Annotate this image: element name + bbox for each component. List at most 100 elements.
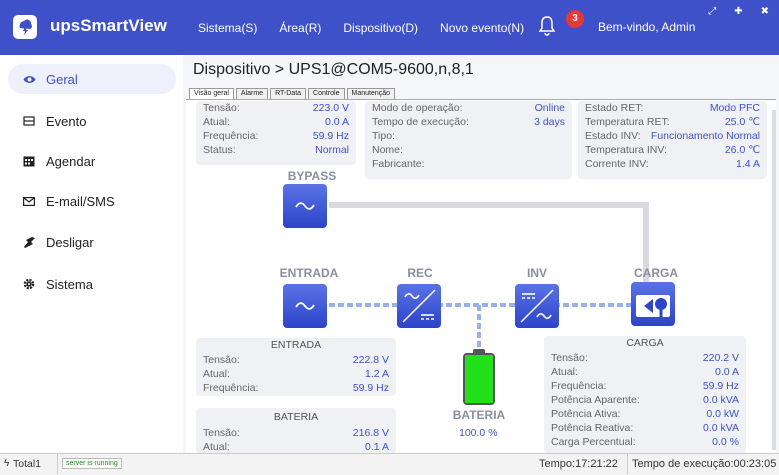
status-divider xyxy=(627,454,628,474)
sidebar-item-label: Agendar xyxy=(46,153,96,169)
sidebar-item-sistema[interactable]: Sistema xyxy=(8,269,176,299)
info-row: Atual: 1.2 A xyxy=(196,368,396,381)
event-icon xyxy=(22,116,36,126)
tab-visao-geral[interactable]: Visão geral xyxy=(189,88,234,99)
info-row: Tensão: 222.8 V xyxy=(196,354,396,367)
info-key: Tensão: xyxy=(551,352,588,364)
info-row: Frequência: 59.9 Hz xyxy=(196,382,396,395)
tab-rt-data[interactable]: RT-Data xyxy=(270,88,307,99)
card-title: CARGA xyxy=(626,337,664,349)
sidebar-item-email-sms[interactable]: E-mail/SMS xyxy=(8,186,176,216)
info-key: Potência Aparente: xyxy=(551,394,640,406)
main-menu: Sistema(S) Área(R) Dispositivo(D) Novo e… xyxy=(198,0,546,55)
info-key: Atual: xyxy=(203,441,230,453)
info-value: 220.2 V xyxy=(702,352,739,364)
vertical-scrollbar[interactable] xyxy=(772,110,776,450)
rectifier-icon[interactable] xyxy=(397,284,441,328)
bypass-icon[interactable] xyxy=(283,184,327,228)
add-icon[interactable]: ✚ xyxy=(734,6,742,17)
sidebar-item-evento[interactable]: Evento xyxy=(8,106,176,136)
sidebar-item-label: E-mail/SMS xyxy=(46,193,115,209)
ac-input-icon[interactable] xyxy=(283,284,327,328)
info-key: Tensão: xyxy=(203,354,240,366)
info-row: Tensão: 216.8 V xyxy=(196,427,396,440)
info-row: Atual: 0.0 A xyxy=(544,366,746,379)
info-value: 1.2 A xyxy=(365,368,389,380)
info-key: Potência Reativa: xyxy=(551,422,634,434)
tab-alarme[interactable]: Alarme xyxy=(235,88,269,99)
app-title: upsSmartView xyxy=(50,16,167,35)
info-row: Frequência: 59.9 Hz xyxy=(544,380,746,393)
info-value: 0.0 % xyxy=(712,436,739,448)
sidebar-item-label: Evento xyxy=(46,113,87,129)
sidebar-item-label: Sistema xyxy=(46,276,93,292)
menu-dispositivo[interactable]: Dispositivo(D) xyxy=(343,21,418,35)
battery-fill xyxy=(465,355,493,403)
info-value: 0.1 A xyxy=(365,441,389,453)
close-icon[interactable]: ✖ xyxy=(761,6,769,17)
tab-manutencao[interactable]: Manutenção xyxy=(346,88,396,99)
info-row: Carga Percentual: 0.0 % xyxy=(544,436,746,449)
menu-novo-evento[interactable]: Novo evento(N) xyxy=(440,21,524,35)
menu-sistema[interactable]: Sistema(S) xyxy=(198,21,257,35)
sidebar-item-desligar[interactable]: Desligar xyxy=(8,227,176,257)
info-key: Tensão: xyxy=(203,427,240,439)
calendar-icon xyxy=(22,155,36,167)
info-value: 0.0 kVA xyxy=(703,422,739,434)
battery-percentage: 100.0 % xyxy=(459,427,498,439)
notification-badge: 3 xyxy=(566,10,584,28)
sidebar-item-agendar[interactable]: Agendar xyxy=(8,146,176,176)
welcome-text: Bem-vindo, Admin xyxy=(598,20,696,34)
inv-label: INV xyxy=(526,266,547,280)
info-value: 59.9 Hz xyxy=(702,380,739,392)
info-value: 0.0 A xyxy=(715,366,739,378)
info-key: Frequência: xyxy=(551,380,607,392)
overview-panel: Tensão: 223.0 V Atual: 0.0 A Frequência: 59… xyxy=(186,99,776,454)
carga-info-card: CARGA Tensão: 220.2 V Atual: 0.0 A Frequên… xyxy=(544,336,746,454)
load-icon[interactable] xyxy=(631,282,675,326)
info-row: Potência Reativa: 0.0 kVA xyxy=(544,422,746,435)
main-content: Dispositivo > UPS1@COM5-9600,n,8,1 Visão… xyxy=(183,55,779,454)
breadcrumb: Dispositivo > UPS1@COM5-9600,n,8,1 xyxy=(193,61,474,78)
info-key: Frequência: xyxy=(203,382,259,394)
eye-icon xyxy=(22,75,36,84)
entrada-info-card: ENTRADA Tensão: 222.8 V Atual: 1.2 A Frequ… xyxy=(196,338,396,396)
entrada-label: ENTRADA xyxy=(279,266,339,280)
info-key: Atual: xyxy=(203,368,230,380)
info-value: 216.8 V xyxy=(352,427,389,439)
device-total: Total1 xyxy=(13,458,42,470)
lightning-icon: ϟ xyxy=(4,458,10,469)
sidebar-item-geral[interactable]: Geral xyxy=(8,64,176,94)
rec-label: REC xyxy=(407,266,433,280)
info-row: Tensão: 220.2 V xyxy=(544,352,746,365)
info-value: 0.0 kVA xyxy=(703,394,739,406)
sidebar: Geral Evento Agendar E-mail/SMS Desligar… xyxy=(0,55,183,453)
bateria-label: BATERIA xyxy=(452,408,506,422)
battery-icon[interactable] xyxy=(463,353,495,405)
app-logo-icon xyxy=(13,15,37,39)
bypass-label: BYPASS xyxy=(287,169,337,183)
info-key: Potência Ativa: xyxy=(551,408,621,420)
info-row: Potência Aparente: 0.0 kVA xyxy=(544,394,746,407)
runtime-text: Tempo de execução:00:23:05 xyxy=(632,458,777,470)
battery-terminal xyxy=(473,349,485,354)
carga-label: CARGA xyxy=(634,266,678,280)
bateria-info-card: BATERIA Tensão: 216.8 V Atual: 0.1 A xyxy=(196,408,396,454)
card-title: ENTRADA xyxy=(270,339,322,351)
top-bar: upsSmartView Sistema(S) Área(R) Disposit… xyxy=(0,0,779,55)
server-status: server is running xyxy=(62,458,122,469)
gear-icon xyxy=(22,278,36,290)
sidebar-item-label: Geral xyxy=(46,71,78,87)
tab-bar: Visão geral Alarme RT-Data Controle Manu… xyxy=(189,88,397,99)
current-time: Tempo:17:21:22 xyxy=(539,458,618,470)
info-key: Atual: xyxy=(551,366,578,378)
power-icon xyxy=(22,236,36,248)
inverter-icon[interactable] xyxy=(515,284,559,328)
tab-controle[interactable]: Controle xyxy=(308,88,345,99)
info-key: Carga Percentual: xyxy=(551,436,636,448)
bell-icon[interactable] xyxy=(538,15,556,40)
menu-area[interactable]: Área(R) xyxy=(279,21,321,35)
info-value: 0.0 kW xyxy=(706,408,739,420)
pin-icon[interactable]: ⤢ xyxy=(708,6,716,17)
status-bar: ϟ Total1 server is running Tempo:17:21:2… xyxy=(0,453,779,475)
